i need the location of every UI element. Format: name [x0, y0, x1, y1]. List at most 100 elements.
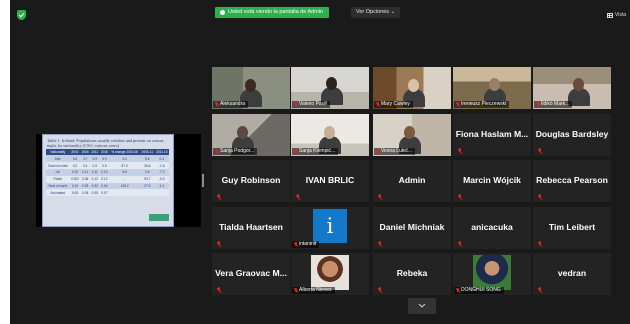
participant-tile[interactable]: Marcin Wójcik: [453, 160, 531, 202]
participant-tile[interactable]: Guy Robinson: [212, 160, 290, 202]
slide-table-cell: Total non-Irish: [46, 162, 70, 169]
participant-tile[interactable]: IVAN BRLIC: [291, 160, 369, 202]
slide-table-cell: 4.1: [109, 155, 141, 163]
layout-button[interactable]: Vista: [606, 12, 626, 18]
participant-tile[interactable]: Sanja Podgor...: [212, 114, 290, 156]
participant-name: Douglas Bardsley: [535, 129, 609, 139]
participant-name: Daniel Michniak: [379, 222, 445, 232]
slide-table-cell: 0.11: [80, 168, 91, 176]
name-tag: intaninit: [292, 241, 320, 248]
mic-muted-icon: [537, 194, 542, 200]
slide-table-cell: 3.7: [80, 155, 91, 163]
slide-table-cell: 87.0: [109, 162, 141, 169]
participant-tile[interactable]: anicacuka: [453, 207, 531, 249]
participant-tile[interactable]: Aleksandra: [212, 67, 290, 109]
participant-tile[interactable]: vedran: [533, 253, 611, 295]
mic-muted-icon: [455, 101, 460, 108]
mic-muted-icon: [375, 101, 380, 108]
slide-table-cell: 0.5: [99, 162, 110, 169]
participant-face: [573, 78, 584, 91]
participant-tile[interactable]: Ireneusz Pieczewski: [453, 67, 531, 109]
participant-tile[interactable]: Ildikó Mark...: [533, 67, 611, 109]
slide-table-cell: 0.32: [90, 182, 100, 190]
participant-tile[interactable]: Sanja Klempić...: [291, 114, 369, 156]
shared-screen[interactable]: Table 1. Ireland: Populations usually re…: [36, 134, 201, 227]
participant-name: Ireneusz Pieczewski: [461, 101, 507, 107]
participant-tile[interactable]: Vera Graovac M...: [212, 253, 290, 295]
slide-table-cell: UK: [46, 168, 70, 176]
slide-table-cell: 3.6: [69, 155, 81, 163]
participant-name: IVAN BRLIC: [305, 175, 355, 185]
view-options-button[interactable]: Ver Opciones ⌄: [351, 7, 401, 18]
mic-muted-icon: [537, 148, 542, 154]
mic-muted-icon: [457, 148, 462, 154]
slide-table-cell: 0.10: [69, 168, 81, 176]
participant-tile[interactable]: Alberta Nieves: [291, 253, 369, 295]
mic-muted-icon: [295, 194, 300, 200]
participant-tile[interactable]: Tim Leibert: [533, 207, 611, 249]
zoom-window: Usted está viendo la pantalla de Admin V…: [10, 0, 630, 324]
participant-name: Fiona Haslam M...: [455, 129, 529, 139]
participant-tile[interactable]: Rebecca Pearson: [533, 160, 611, 202]
participant-tile[interactable]: Valerio Paull: [291, 67, 369, 109]
participant-name: Guy Robinson: [221, 175, 281, 185]
mic-muted-icon: [214, 101, 219, 108]
slide-title: Table 1. Ireland: Populations usually re…: [47, 138, 164, 149]
splitter-handle[interactable]: [202, 174, 204, 187]
slide-table-cell: 28.6: [140, 162, 155, 169]
slide-table-cell: 3.9: [90, 155, 100, 163]
mic-muted-icon: [216, 194, 221, 200]
chevron-down-icon: [418, 303, 426, 308]
status-dot-icon: [220, 10, 225, 15]
slide-table: Nationality 2002 2006 2011 2016% change 2002…: [46, 149, 169, 197]
participant-name: Valerio Paull: [299, 101, 327, 107]
participant-face: [245, 79, 256, 92]
slide-table-cell: 0.12: [90, 175, 100, 183]
slide-table-cell: 0.10: [99, 168, 110, 176]
profile-photo: [473, 255, 511, 290]
mic-muted-icon: [535, 101, 540, 108]
mic-muted-icon: [214, 148, 219, 155]
name-tag: Sanja Podgor...: [213, 148, 258, 155]
participant-tile[interactable]: Fiona Haslam M...: [453, 114, 531, 156]
grid-icon: [606, 12, 613, 18]
participant-tile[interactable]: Mary Cawley: [373, 67, 451, 109]
participant-tile[interactable]: Tialda Haartsen: [212, 207, 290, 249]
slide-table-cell: 0.10: [69, 182, 81, 190]
participant-name: Sanja Klempić...: [299, 148, 336, 154]
participant-name: Ildikó Mark...: [541, 101, 570, 107]
slide-table-cell: 0.6: [140, 168, 155, 176]
slide-table-cell: 27.5: [140, 182, 155, 190]
participant-tile[interactable]: DONGHUI SONG: [453, 253, 531, 295]
participant-name: Aleksandra: [220, 101, 246, 107]
shield-icon[interactable]: [17, 10, 26, 20]
name-tag: Vesna Lukić...: [374, 148, 416, 155]
participant-tile[interactable]: Rebeka: [373, 253, 451, 295]
show-more-button[interactable]: [408, 298, 436, 314]
slide-table-cell: -1.6: [154, 162, 169, 169]
mic-muted-icon: [377, 194, 382, 200]
slide-table-cell: 0.25: [80, 182, 91, 190]
participant-name: Rebeka: [396, 268, 428, 278]
participant-tile[interactable]: Admin: [373, 160, 451, 202]
participant-tile[interactable]: i intaninit: [291, 207, 369, 249]
profile-avatar: i: [313, 209, 347, 243]
name-tag: Ireneusz Pieczewski: [454, 101, 510, 108]
slide-table-cell: -0.3: [154, 175, 169, 183]
participant-face: [408, 79, 419, 92]
slide-table-cell: -: [109, 175, 141, 183]
participant-tile[interactable]: Daniel Michniak: [373, 207, 451, 249]
participant-tile[interactable]: Douglas Bardsley: [533, 114, 611, 156]
layout-label: Vista: [614, 12, 626, 18]
participant-tile[interactable]: Vesna Lukić...: [373, 114, 451, 156]
slide-table-cell: [109, 189, 141, 197]
slide-table-row: Total non-Irish 0.2 0.4 0.5 0.5 87.0 28.6 -1.6: [46, 162, 169, 169]
slide-table-cell: 0.4: [80, 162, 91, 169]
participant-name: Sanja Podgor...: [220, 148, 255, 154]
slide-table-cell: 0.05: [90, 189, 100, 197]
mic-muted-icon: [293, 101, 298, 108]
shared-slide: Table 1. Ireland: Populations usually re…: [42, 134, 174, 227]
participant-name: Vesna Lukić...: [381, 148, 413, 154]
name-tag: Alberta Nieves: [292, 287, 335, 294]
mic-muted-icon: [537, 241, 542, 247]
